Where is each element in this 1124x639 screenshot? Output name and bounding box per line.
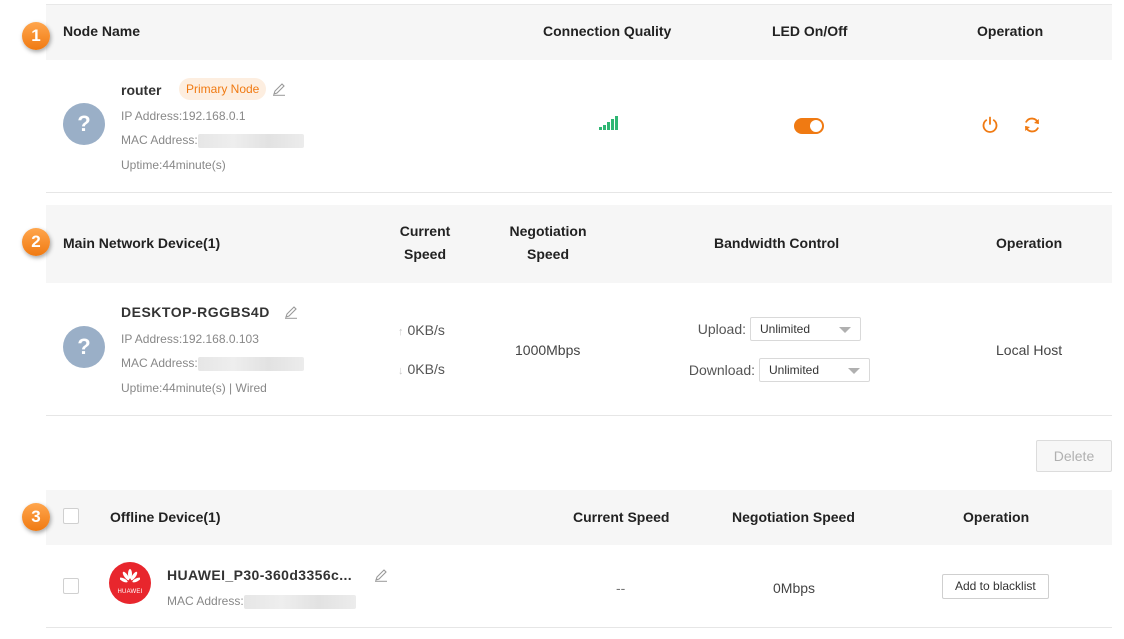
header-led: LED On/Off [772,23,848,39]
mac-redacted [243,594,356,609]
node-table-header: Node Name Connection Quality LED On/Off … [46,5,1112,60]
local-host-label: Local Host [996,342,1063,358]
header-operation-3: Operation [963,509,1030,525]
signal-icon [599,116,621,130]
step-badge-2: 2 [22,228,50,256]
node-row: ? router Primary Node IP Address:192.168… [46,60,1112,193]
upload-speed-value: 0KB/s [407,322,445,338]
main-device-uptime: Uptime:44minute(s) | Wired [121,381,267,395]
node-name: router [121,82,162,98]
upload-limit-value: Unlimited [760,322,811,336]
arrow-up-icon: ↑ [398,326,404,338]
offline-device-table-header: Offline Device(1) Current Speed Negotiat… [46,490,1112,545]
header-offline-device: Offline Device(1) [110,509,221,525]
main-device-table-header: Main Network Device(1) Current Speed Neg… [46,205,1112,283]
mac-redacted [197,133,304,148]
delete-button[interactable]: Delete [1036,440,1112,472]
offline-device-mac: MAC Address: [167,594,356,609]
offline-device-row: HUAWEI HUAWEI_P30-360d3356c... MAC Addre… [46,545,1112,628]
download-limit-select[interactable]: Unlimited [759,358,870,382]
primary-node-tag: Primary Node [179,78,267,100]
step-badge-1: 1 [22,22,50,50]
edit-icon[interactable] [374,568,388,582]
header-bandwidth-control: Bandwidth Control [714,235,840,251]
header-negotiation-speed: Negotiation Speed [503,220,593,266]
chevron-down-icon [848,368,860,374]
header-node-name: Node Name [63,23,141,39]
node-ip: IP Address:192.168.0.1 [121,109,246,123]
main-device-name: DESKTOP-RGGBS4D [121,304,270,320]
header-current-speed-3: Current Speed [573,509,670,525]
download-speed-value: 0KB/s [407,361,445,377]
step-badge-3: 3 [22,503,50,531]
download-speed: ↓ 0KB/s [398,361,445,377]
edit-icon[interactable] [272,82,286,96]
node-mac-label: MAC Address: [121,133,198,147]
header-current-speed-line1: Current [399,223,451,239]
led-toggle[interactable] [794,118,824,134]
offline-negotiation-speed: 0Mbps [773,580,816,596]
header-main-device: Main Network Device(1) [63,235,221,251]
device-unknown-avatar: ? [63,103,105,145]
header-operation: Operation [977,23,1044,39]
huawei-logo-text: HUAWEI [117,589,143,595]
offline-current-speed: -- [616,580,626,596]
upload-label: Upload: [697,321,746,337]
node-uptime: Uptime:44minute(s) [121,158,226,172]
row-checkbox[interactable] [63,578,79,594]
main-device-row: ? DESKTOP-RGGBS4D IP Address:192.168.0.1… [46,283,1112,416]
header-connection-quality: Connection Quality [543,23,672,39]
huawei-logo: HUAWEI [109,562,151,604]
add-to-blacklist-button[interactable]: Add to blacklist [942,574,1049,599]
huawei-petals-icon [120,569,140,583]
edit-icon[interactable] [284,305,298,319]
download-label: Download: [688,362,755,378]
main-device-mac: MAC Address: [121,356,304,371]
negotiation-speed: 1000Mbps [515,342,581,358]
upload-limit-select[interactable]: Unlimited [750,317,861,341]
header-operation-2: Operation [996,235,1063,251]
node-mac: MAC Address: [121,133,304,148]
header-current-speed: Current Speed [396,220,454,266]
power-icon[interactable] [980,115,1000,135]
upload-speed: ↑ 0KB/s [398,322,445,338]
arrow-down-icon: ↓ [398,365,404,377]
device-unknown-avatar: ? [63,326,105,368]
select-all-checkbox[interactable] [63,508,79,524]
mac-redacted [197,356,304,371]
main-device-ip: IP Address:192.168.0.103 [121,332,259,346]
download-limit-value: Unlimited [769,363,820,377]
header-negotiation-line1: Negotiation [509,223,587,239]
header-negotiation-line2: Speed [526,246,569,262]
header-negotiation-speed-3: Negotiation Speed [732,509,855,525]
reboot-icon[interactable] [1022,115,1042,135]
offline-device-name: HUAWEI_P30-360d3356c... [167,567,353,583]
chevron-down-icon [839,327,851,333]
offline-device-mac-label: MAC Address: [167,594,244,608]
header-current-speed-line2: Speed [403,246,446,262]
main-device-mac-label: MAC Address: [121,356,198,370]
